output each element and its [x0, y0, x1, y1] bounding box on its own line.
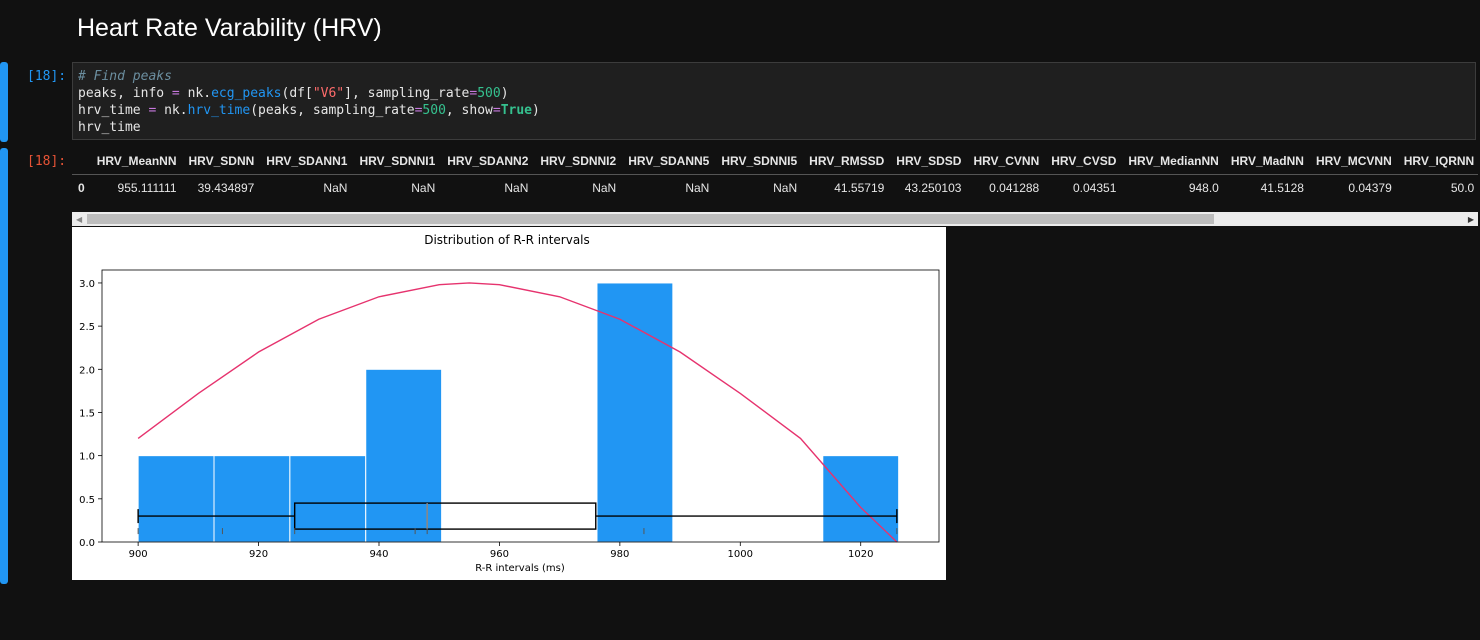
x-tick-label: 1020 — [848, 549, 873, 560]
x-axis-label: R-R intervals (ms) — [475, 563, 565, 574]
column-header: HRV_SDNNI1 — [353, 148, 442, 175]
column-header: HRV_MadNN — [1224, 148, 1310, 175]
scroll-left-icon[interactable]: ◀ — [76, 215, 82, 224]
table-body: 0 955.111111 39.434897 NaN NaN NaN NaN NaN NaN 41… — [72, 175, 1478, 202]
x-tick-label: 920 — [249, 549, 268, 560]
chart-svg: Distribution of R-R intervals R-R interv… — [79, 233, 940, 574]
output-selection-bar[interactable] — [0, 148, 8, 584]
x-tick-label: 980 — [610, 549, 629, 560]
scroll-right-icon[interactable]: ▶ — [1468, 215, 1474, 224]
x-tick-label: 960 — [490, 549, 509, 560]
output-prompt: [18]: — [27, 154, 67, 169]
column-header: HRV_CVNN — [967, 148, 1046, 175]
table-cell: NaN — [323, 181, 348, 195]
x-tick-label: 900 — [129, 549, 148, 560]
x-tick-label: 940 — [369, 549, 388, 560]
y-tick-label: 2.5 — [79, 322, 95, 333]
table-cell: NaN — [592, 181, 617, 195]
table-cell: 0.04379 — [1348, 181, 1392, 195]
y-tick-label: 0.0 — [79, 538, 95, 549]
row-index: 0 — [78, 181, 85, 195]
column-header: HRV_SDSD — [890, 148, 968, 175]
table-header-row: HRV_MeanNN HRV_SDNN HRV_SDANN1 HRV_SDNNI1 HR… — [72, 148, 1478, 175]
table-cell: 0.04351 — [1072, 181, 1117, 195]
histogram-bar — [822, 455, 900, 543]
table-cell: 41.5128 — [1260, 181, 1304, 195]
cell-selection-bar[interactable] — [0, 62, 8, 142]
table-cell: 955.111111 — [117, 181, 177, 195]
histogram-bar — [137, 455, 215, 543]
table-cell: 50.0 — [1450, 181, 1475, 195]
y-tick-label: 1.0 — [79, 452, 95, 463]
y-tick-label: 3.0 — [79, 279, 95, 290]
horizontal-scrollbar[interactable]: ◀ ▶ — [72, 212, 1478, 226]
section-heading: Heart Rate Varability (HRV) — [77, 14, 382, 42]
index-header — [72, 148, 91, 175]
hrv-table: HRV_MeanNN HRV_SDNN HRV_SDANN1 HRV_SDNNI1 HR… — [72, 148, 1478, 201]
column-header: HRV_SDNNI5 — [715, 148, 804, 175]
code-line-4: hrv_time — [78, 120, 141, 135]
column-header: HRV_MCVNN — [1309, 148, 1398, 175]
table-cell: NaN — [411, 181, 436, 195]
column-header: HRV_CVSD — [1045, 148, 1123, 175]
y-tick-label: 2.0 — [79, 365, 95, 376]
scrollbar-thumb[interactable] — [87, 214, 1214, 224]
table-cell: NaN — [773, 181, 798, 195]
column-header: HRV_MedianNN — [1122, 148, 1225, 175]
histogram-bar — [213, 455, 291, 543]
table-cell: 41.55719 — [834, 181, 885, 195]
code-line-3: hrv_time = nk.hrv_time(peaks, sampling_r… — [78, 103, 540, 118]
column-header: HRV_IQRNN — [1397, 148, 1478, 175]
table-cell: NaN — [504, 181, 529, 195]
column-header: HRV_SDANN1 — [260, 148, 354, 175]
y-tick-label: 0.5 — [79, 495, 95, 506]
code-comment: # Find peaks — [78, 69, 172, 84]
column-header: HRV_MeanNN — [90, 148, 183, 175]
rr-interval-chart: Distribution of R-R intervals R-R interv… — [72, 227, 946, 580]
dataframe-output: HRV_MeanNN HRV_SDNN HRV_SDANN1 HRV_SDNNI1 HR… — [72, 148, 1478, 210]
input-prompt: [18]: — [27, 69, 67, 84]
table-cell: 948.0 — [1188, 181, 1219, 195]
column-header: HRV_SDNNI2 — [534, 148, 623, 175]
table-cell: 0.041288 — [989, 181, 1040, 195]
column-header: HRV_SDANN2 — [441, 148, 535, 175]
column-header: HRV_SDANN5 — [622, 148, 716, 175]
table-cell: 39.434897 — [197, 181, 255, 195]
column-header: HRV_RMSSD — [803, 148, 891, 175]
column-header: HRV_SDNN — [182, 148, 261, 175]
histogram-bar — [596, 282, 674, 543]
table-cell: NaN — [685, 181, 710, 195]
y-tick-label: 1.5 — [79, 408, 95, 419]
chart-title: Distribution of R-R intervals — [424, 233, 590, 247]
x-tick-label: 1000 — [728, 549, 753, 560]
histogram-bar — [365, 368, 443, 543]
code-cell-editor[interactable]: # Find peaks peaks, info = nk.ecg_peaks(… — [72, 62, 1476, 140]
code-line-2: peaks, info = nk.ecg_peaks(df["V6"], sam… — [78, 86, 509, 101]
table-row: 0 955.111111 39.434897 NaN NaN NaN NaN NaN NaN 41… — [72, 175, 1478, 202]
table-cell: 43.250103 — [904, 181, 962, 195]
